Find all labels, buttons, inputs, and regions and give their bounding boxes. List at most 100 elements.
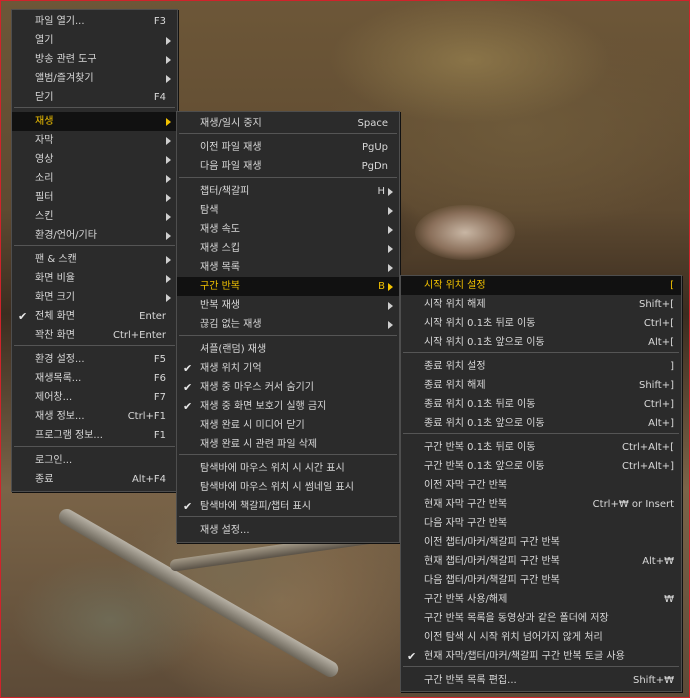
menu-item-셔플-랜덤-재생[interactable]: 셔플(랜덤) 재생 [177,340,399,359]
menu-item-shortcut: Ctrl+Enter [112,330,166,341]
menu-item-label: 재생 정보... [35,411,85,422]
menu-item-이전-파일-재생[interactable]: 이전 파일 재생 PgUp [177,138,399,157]
menu-item-재생-위치-기억[interactable]: ✔ 재생 위치 기억 [177,359,399,378]
menu-item-label: 팬 & 스캔 [35,254,77,265]
menu-item-label: 재생 목록 [200,262,240,273]
menu-item-화면-비율[interactable]: 화면 비율 [12,269,177,288]
menu-item-다음-자막-구간-반복[interactable]: 다음 자막 구간 반복 [401,514,681,533]
menu-item-시작-위치-설정[interactable]: 시작 위치 설정 [ [401,276,681,295]
menu-item-재생-정보[interactable]: 재생 정보... Ctrl+F1 [12,407,177,426]
menu-item-종료-위치-0-1초-뒤로-이동[interactable]: 종료 위치 0.1초 뒤로 이동 Ctrl+] [401,395,681,414]
menu-item-shortcut: Ctrl+F1 [127,411,166,422]
menu-item-필터[interactable]: 필터 [12,188,177,207]
menu-item-구간-반복[interactable]: 구간 반복 B [177,277,399,296]
menu-item-파일-열기[interactable]: 파일 열기... F3 [12,12,177,31]
submenu-arrow-icon [388,207,393,215]
menu-item-현재-자막-구간-반복[interactable]: 현재 자막 구간 반복 Ctrl+₩ or Insert [401,495,681,514]
menu-item-재생-중-화면-보호기-실행-금지[interactable]: ✔ 재생 중 화면 보호기 실행 금지 [177,397,399,416]
menu-item-shortcut: Alt+] [648,418,674,429]
submenu-arrow-icon [388,188,393,196]
menu-item-종료-위치-설정[interactable]: 종료 위치 설정] [401,357,681,376]
menu-item-label: 구간 반복 사용/해제 [424,594,508,605]
menu-item-재생-완료-시-미디어-닫기[interactable]: 재생 완료 시 미디어 닫기 [177,416,399,435]
menu-item-꽉찬-화면[interactable]: 꽉찬 화면 Ctrl+Enter [12,326,177,345]
menu-item-스킨[interactable]: 스킨 [12,207,177,226]
menu-item-화면-크기[interactable]: 화면 크기 [12,288,177,307]
menu-item-환경-언어-기타[interactable]: 환경/언어/기타 [12,226,177,245]
menu-item-환경-설정[interactable]: 환경 설정... F5 [12,350,177,369]
menu-item-이전-탐색-시-시작-위치-넘어가지-않게-처리[interactable]: 이전 탐색 시 시작 위치 넘어가지 않게 처리 [401,628,681,647]
menu-item-방송-관련-도구[interactable]: 방송 관련 도구 [12,50,177,69]
menu-item-탐색바에-마우스-위치-시-썸네일-표시[interactable]: 탐색바에 마우스 위치 시 썸네일 표시 [177,478,399,497]
menu-item-자막[interactable]: 자막 [12,131,177,150]
menu-item-재생[interactable]: 재생 [12,112,177,131]
menu-item-label: 재생목록... [35,373,82,384]
menu-item-재생-스킵[interactable]: 재생 스킵 [177,239,399,258]
menu-item-영상[interactable]: 영상 [12,150,177,169]
menu-item-종료-위치-0-1초-앞으로-이동[interactable]: 종료 위치 0.1초 앞으로 이동 Alt+] [401,414,681,433]
menu-item-팬-스캔[interactable]: 팬 & 스캔 [12,250,177,269]
menu-item-label: 닫기 [35,92,54,103]
submenu-arrow-icon [166,275,171,283]
menu-item-재생-일시-중지[interactable]: 재생/일시 중지 Space [177,114,399,133]
menu-item-프로그램-정보[interactable]: 프로그램 정보... F1 [12,426,177,445]
menu-item-재생-설정[interactable]: 재생 설정... [177,521,399,540]
menu-item-시작-위치-해제[interactable]: 시작 위치 해제 Shift+[ [401,295,681,314]
menu-item-시작-위치-0-1초-뒤로-이동[interactable]: 시작 위치 0.1초 뒤로 이동 Ctrl+[ [401,314,681,333]
menu-item-탐색[interactable]: 탐색 [177,201,399,220]
menu-item-이전-자막-구간-반복[interactable]: 이전 자막 구간 반복 [401,476,681,495]
menu-item-현재-챕터-마커-책갈피-구간-반복[interactable]: 현재 챕터/마커/책갈피 구간 반복 Alt+₩ [401,552,681,571]
menu-item-반복-재생[interactable]: 반복 재생 [177,296,399,315]
menu-item-구간-반복-목록을-동영상과-같은-폴더에-저장[interactable]: 구간 반복 목록을 동영상과 같은 폴더에 저장 [401,609,681,628]
menu-item-다음-파일-재생[interactable]: 다음 파일 재생 PgDn [177,157,399,176]
menu-item-로그인[interactable]: 로그인... [12,451,177,470]
menu-item-label: 현재 챕터/마커/책갈피 구간 반복 [424,556,560,567]
submenu-arrow-icon [166,75,171,83]
menu-item-닫기[interactable]: 닫기 F4 [12,88,177,107]
checkmark-icon: ✔ [407,650,417,663]
menu-item-재생-완료-시-관련-파일-삭제[interactable]: 재생 완료 시 관련 파일 삭제 [177,435,399,454]
menu-item-label: 재생 설정... [200,525,250,536]
menu-item-재생-속도[interactable]: 재생 속도 [177,220,399,239]
menu-item-종료[interactable]: 종료 Alt+F4 [12,470,177,489]
submenu-arrow-icon [166,194,171,202]
menu-item-다음-챕터-마커-책갈피-구간-반복[interactable]: 다음 챕터/마커/책갈피 구간 반복 [401,571,681,590]
menu-item-이전-챕터-마커-책갈피-구간-반복[interactable]: 이전 챕터/마커/책갈피 구간 반복 [401,533,681,552]
submenu-arrow-icon [166,156,171,164]
menu-item-구간-반복-목록-편집[interactable]: 구간 반복 목록 편집... Shift+₩ [401,671,681,690]
menu-item-label: 제어창... [35,392,73,403]
menu-item-챕터-책갈피[interactable]: 챕터/책갈피 H [177,182,399,201]
menu-item-label: 반복 재생 [200,300,240,311]
menu-item-전체-화면[interactable]: ✔ 전체 화면 Enter [12,307,177,326]
menu-item-구간-반복-0-1초-뒤로-이동[interactable]: 구간 반복 0.1초 뒤로 이동 Ctrl+Alt+[ [401,438,681,457]
menu-item-label: 다음 파일 재생 [200,161,262,172]
menu-item-shortcut: Shift+] [638,380,674,391]
menu-item-구간-반복-사용-해제[interactable]: 구간 반복 사용/해제 ₩ [401,590,681,609]
menu-item-시작-위치-0-1초-앞으로-이동[interactable]: 시작 위치 0.1초 앞으로 이동 Alt+[ [401,333,681,352]
menu-item-소리[interactable]: 소리 [12,169,177,188]
menu-item-탐색바에-마우스-위치-시-시간-표시[interactable]: 탐색바에 마우스 위치 시 시간 표시 [177,459,399,478]
menu-item-재생-목록[interactable]: 재생 목록 [177,258,399,277]
menu-item-label: 재생 [35,116,54,127]
menu-item-끊김-없는-재생[interactable]: 끊김 없는 재생 [177,315,399,334]
menu-separator [14,446,175,447]
menu-item-탐색바에-책갈피-챕터-표시[interactable]: ✔ 탐색바에 책갈피/챕터 표시 [177,497,399,516]
menu-item-재생목록[interactable]: 재생목록... F6 [12,369,177,388]
menu-separator [14,107,175,108]
menu-item-label: 시작 위치 0.1초 앞으로 이동 [424,337,545,348]
menu-item-앨범-즐겨찾기[interactable]: 앨범/즐겨찾기 [12,69,177,88]
checkmark-icon: ✔ [183,400,193,413]
menu-item-label: 이전 챕터/마커/책갈피 구간 반복 [424,537,560,548]
menu-separator [14,345,175,346]
menu-item-구간-반복-0-1초-앞으로-이동[interactable]: 구간 반복 0.1초 앞으로 이동 Ctrl+Alt+] [401,457,681,476]
menu-item-label: 구간 반복 0.1초 앞으로 이동 [424,461,545,472]
menu-item-종료-위치-해제[interactable]: 종료 위치 해제 Shift+] [401,376,681,395]
menu-item-label: 소리 [35,173,54,184]
submenu-arrow-icon [388,283,393,291]
menu-item-label: 재생 완료 시 관련 파일 삭제 [200,439,318,450]
menu-item-제어창[interactable]: 제어창... F7 [12,388,177,407]
menu-item-현재-자막-챕터-마커-책갈피-구간-반복-토글-사용[interactable]: ✔ 현재 자막/챕터/마커/책갈피 구간 반복 토글 사용 [401,647,681,666]
menu-item-열기[interactable]: 열기 [12,31,177,50]
menu-item-label: 구간 반복 [200,281,240,292]
menu-item-재생-중-마우스-커서-숨기기[interactable]: ✔ 재생 중 마우스 커서 숨기기 [177,378,399,397]
